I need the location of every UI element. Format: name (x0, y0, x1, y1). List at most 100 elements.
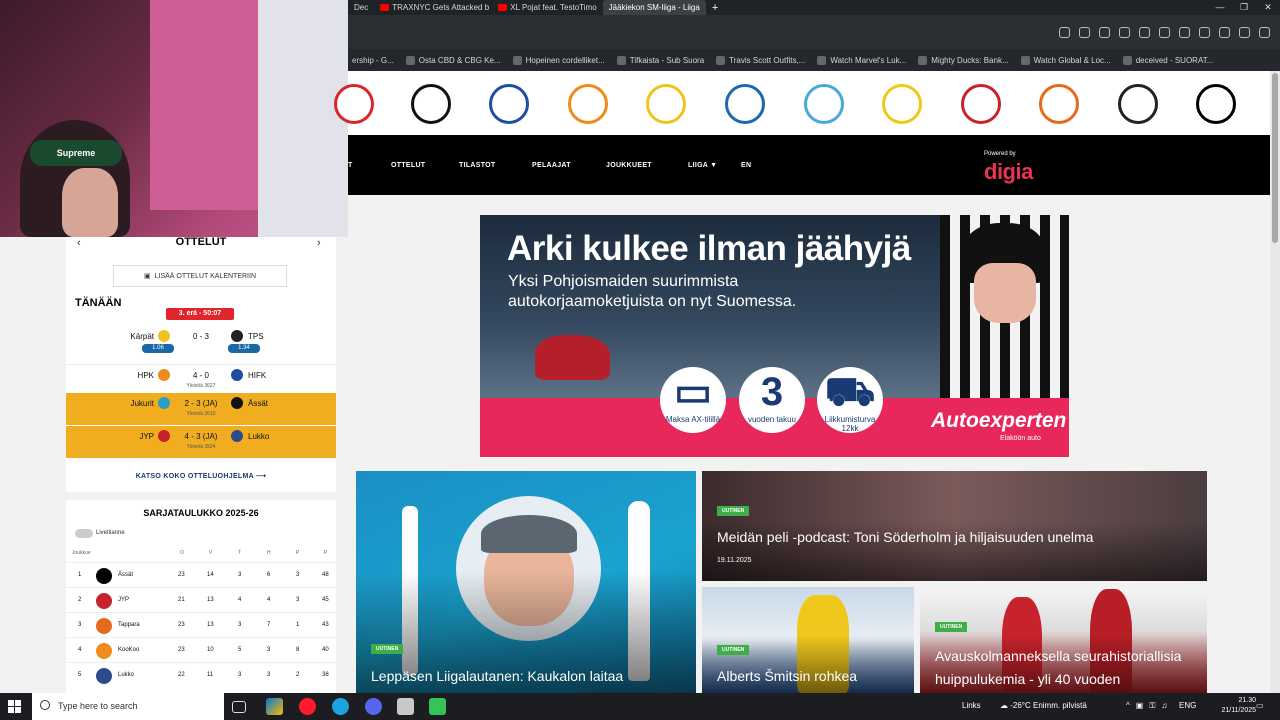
page-scrollbar[interactable] (1270, 71, 1280, 693)
odds-pill[interactable]: 1.34 (228, 344, 260, 353)
team-icon (231, 330, 243, 342)
kookoo-logo[interactable] (568, 84, 608, 124)
standings-cell: 4 (78, 647, 82, 653)
nav-item-joukkueet[interactable]: JOUKKUEET (606, 162, 652, 169)
red-team-logo[interactable] (334, 84, 374, 124)
webcam-overlay: Supreme (0, 0, 348, 237)
wallet-icon[interactable] (1259, 27, 1270, 38)
news-card[interactable]: UUTINEN Alberts Šmitsin rohkea (702, 587, 914, 693)
weather-widget[interactable]: ☁ -26°C Enimm. pilvistä (1000, 701, 1087, 710)
kalpa-logo[interactable] (411, 84, 451, 124)
app-icon[interactable] (397, 698, 414, 715)
assat-eagle-logo[interactable] (961, 84, 1001, 124)
menu-icon[interactable] (1239, 27, 1250, 38)
digia-logo[interactable]: digia (984, 159, 1033, 185)
bookmark-item[interactable]: Travis Scott Outfits,... (716, 55, 805, 65)
tps-logo[interactable] (1118, 84, 1158, 124)
bookmark-icon (616, 55, 626, 65)
ilves-logo[interactable] (882, 84, 922, 124)
start-button[interactable] (8, 700, 21, 713)
play-icon[interactable] (1159, 27, 1170, 38)
browser-tab-active[interactable]: Jääkiekon SM-liiga - Liiga (602, 0, 706, 15)
zoom-icon[interactable] (1059, 27, 1070, 38)
odds-pill[interactable]: 1.06 (142, 344, 174, 353)
live-standings-toggle[interactable] (75, 529, 93, 538)
camera-icon[interactable] (1099, 27, 1110, 38)
bookmark-item[interactable]: Osta CBD & CBG Ke... (405, 55, 501, 65)
standings-cell: 5 (238, 647, 242, 653)
standings-cell: 38 (322, 672, 329, 678)
cube-icon[interactable] (1199, 27, 1210, 38)
download-icon[interactable] (1219, 27, 1230, 38)
ad-brand-tagline: Elaköön auto (1000, 435, 1041, 442)
standings-row[interactable]: 4 KooKoo 23 10 5 3 8 40 (66, 637, 336, 662)
edge-icon[interactable] (332, 698, 349, 715)
next-day-arrow[interactable]: › (317, 237, 321, 249)
bookmark-item[interactable]: Watch Marvel's Luk... (817, 55, 906, 65)
browser-tab[interactable]: TRAXNYC Gets Attacked b (374, 0, 492, 15)
nav-item-tilastot[interactable]: TILASTOT (459, 162, 496, 169)
close-icon[interactable]: ✕ (1256, 0, 1280, 15)
game-row[interactable]: JYP 4 - 3 (JA) Lukko Yleisöä 3524 (66, 426, 336, 458)
scrollbar-thumb[interactable] (1272, 73, 1278, 243)
maximize-icon[interactable]: ❐ (1232, 0, 1256, 15)
standings-row[interactable]: 5 Lukko 22 11 3 3 2 38 (66, 662, 336, 687)
hpk-pelicans-logo[interactable] (725, 84, 765, 124)
shield-icon[interactable] (1119, 27, 1130, 38)
heart-icon[interactable] (1179, 27, 1190, 38)
bookmark-item[interactable]: ership - G... (352, 56, 394, 65)
news-card[interactable]: UUTINEN Meidän peli -podcast: Toni Söder… (702, 471, 1207, 581)
notification-icon[interactable]: ▭ (1256, 701, 1264, 710)
discord-icon[interactable] (365, 698, 382, 715)
nav-item-liiga[interactable]: LIIGA ▼ (688, 162, 717, 169)
news-card[interactable]: UUTINEN Avauskolmanneksella seurahistori… (920, 587, 1207, 693)
bookmark-item[interactable]: Mighty Ducks: Bank... (918, 55, 1009, 65)
refresh-icon[interactable] (1139, 27, 1150, 38)
opera-icon[interactable] (299, 698, 316, 715)
news-card[interactable]: UUTINEN Leppäsen Liigalautanen: Kaukalon… (356, 471, 696, 693)
assat-logo[interactable] (1196, 84, 1236, 124)
bookmark-item[interactable]: Hopeinen cordelliket... (512, 55, 605, 65)
game-row[interactable]: Kärpät 0 - 3 TPS (66, 326, 336, 358)
bookmark-item[interactable]: deceived - SUORAT... (1122, 55, 1213, 65)
nav-item-en[interactable]: EN (741, 162, 751, 169)
tappara-logo[interactable] (1039, 84, 1079, 124)
news-title: Avauskolmanneksella seurahistoriallisia … (935, 648, 1182, 687)
bookmark-item[interactable]: Tifkaista - Sub Suora (616, 55, 704, 65)
autoexperten-ad[interactable]: Arki kulkee ilman jäähyjä Yksi Pohjoisma… (480, 215, 1069, 457)
pelicans-logo[interactable] (804, 84, 844, 124)
nav-item-pelaajat[interactable]: PELAAJAT (532, 162, 571, 169)
minimize-icon[interactable]: — (1208, 0, 1232, 15)
weather-icon: ☁ (1000, 701, 1008, 710)
bookmark-item[interactable]: Watch Global & Loc... (1020, 55, 1111, 65)
clock[interactable]: 21.30 21/11/2025 (1221, 696, 1256, 716)
browser-tab[interactable]: Dec (348, 0, 374, 15)
new-tab-button[interactable]: + (706, 2, 724, 14)
standings-row[interactable]: 1 Ässät 23 14 3 6 3 48 (66, 562, 336, 587)
karpat-logo[interactable] (646, 84, 686, 124)
app-icon[interactable] (429, 698, 446, 715)
add-to-calendar-button[interactable]: ▣ LISÄÄ OTTELUT KALENTERIIN (113, 265, 287, 287)
language-indicator[interactable]: ENG (1179, 701, 1196, 710)
webcam-person-face (62, 168, 118, 237)
copilot-icon[interactable] (266, 698, 283, 715)
task-view-icon[interactable] (232, 701, 246, 713)
toggle-label: Livetilanne (96, 530, 125, 536)
game-row[interactable]: HPK 4 - 0 HIFK Yleisöä 3627 (66, 364, 336, 396)
team-icon (96, 593, 112, 609)
links-toolbar[interactable]: Links (962, 701, 981, 710)
browser-tab[interactable]: XL Pojat feat. TestoTimo (492, 0, 602, 15)
game-row[interactable]: Jukurit 2 - 3 (JA) Ässät Yleisöä 2610 (66, 393, 336, 425)
see-full-schedule-link[interactable]: KATSO KOKO OTTELUOHJELMA ⟶ (66, 472, 336, 480)
standings-cell: 3 (267, 647, 271, 653)
taskbar-search[interactable]: Type here to search (32, 693, 224, 720)
nav-item-edge[interactable]: T (348, 162, 353, 169)
system-tray-icons[interactable]: ^▣⚿♫ (1126, 701, 1173, 711)
nav-item-ottelut[interactable]: OTTELUT (391, 162, 425, 169)
standings-row[interactable]: 3 Tappara 23 13 3 7 1 43 (66, 612, 336, 637)
browser-tab-bar: Dec TRAXNYC Gets Attacked b XL Pojat fea… (348, 0, 1280, 15)
hifk-logo[interactable] (489, 84, 529, 124)
edit-icon[interactable] (1079, 27, 1090, 38)
bookmark-icon (716, 55, 726, 65)
standings-row[interactable]: 2 JYP 21 13 4 4 3 45 (66, 587, 336, 612)
